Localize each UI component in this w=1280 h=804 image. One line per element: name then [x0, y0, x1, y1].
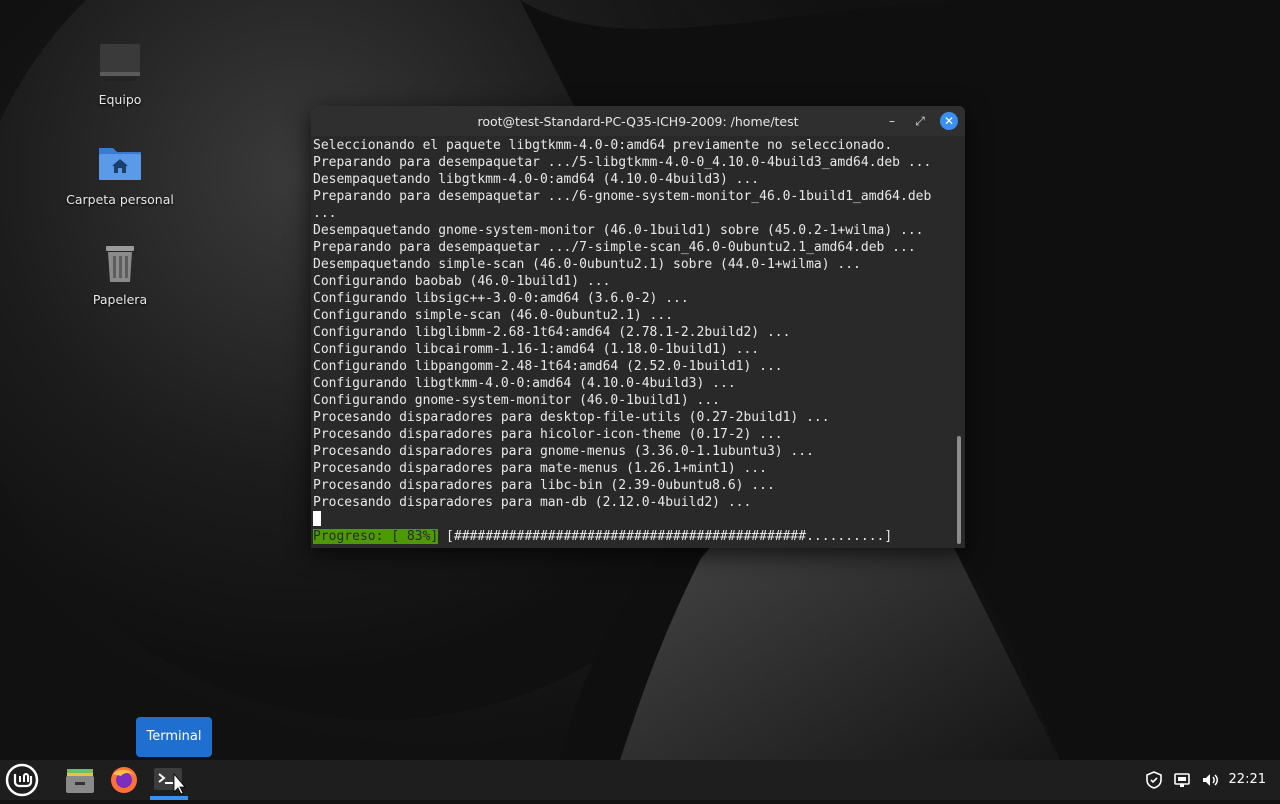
- network-icon[interactable]: [1172, 770, 1192, 790]
- desktop-icon-label: Papelera: [92, 292, 148, 307]
- terminal-line: Configurando baobab (46.0-1build1) ...: [313, 274, 611, 289]
- terminal-lines: Seleccionando el paquete libgtkmm-4.0-0:…: [313, 137, 931, 545]
- terminal-output[interactable]: Seleccionando el paquete libgtkmm-4.0-0:…: [311, 136, 965, 548]
- cursor-line: [313, 511, 931, 528]
- menu-icon: [5, 763, 39, 797]
- text-cursor: [313, 511, 321, 526]
- file-manager-icon: [66, 769, 94, 793]
- terminal-line: Procesando disparadores para libc-bin (2…: [313, 478, 775, 493]
- terminal-line: Configurando libglibmm-2.68-1t64:amd64 (…: [313, 325, 791, 340]
- terminal-line: Configurando libpangomm-2.48-1t64:amd64 …: [313, 359, 783, 374]
- terminal-tooltip: Terminal: [136, 717, 212, 757]
- terminal-window[interactable]: root@test-Standard-PC-Q35-ICH9-2009: /ho…: [311, 106, 965, 548]
- terminal-line: Desempaquetando gnome-system-monitor (46…: [313, 223, 924, 238]
- active-window-indicator: [150, 796, 188, 800]
- terminal-line: Configurando gnome-system-monitor (46.0-…: [313, 393, 720, 408]
- terminal-line: Configurando libsigc++-3.0-0:amd64 (3.6.…: [313, 291, 689, 306]
- terminal-line: Configurando libcairomm-1.16-1:amd64 (1.…: [313, 342, 760, 357]
- menu-button[interactable]: [2, 760, 42, 800]
- progress-line: Progreso: [ 83%] [######################…: [313, 528, 931, 545]
- file-manager-button[interactable]: [60, 760, 100, 800]
- desktop-icon-home[interactable]: Carpeta personal: [50, 140, 190, 207]
- window-title: root@test-Standard-PC-Q35-ICH9-2009: /ho…: [477, 114, 799, 129]
- terminal-line: Configurando simple-scan (46.0-0ubuntu2.…: [313, 308, 674, 323]
- close-button[interactable]: ✕: [940, 112, 958, 130]
- scrollbar-thumb[interactable]: [957, 436, 961, 544]
- maximize-button[interactable]: ⤢: [911, 112, 929, 130]
- shield-icon[interactable]: [1144, 770, 1164, 790]
- terminal-line: Procesando disparadores para man-db (2.1…: [313, 495, 752, 510]
- terminal-line: Preparando para desempaquetar .../5-libg…: [313, 155, 932, 170]
- progress-label: Progreso: [ 83%]: [313, 529, 439, 544]
- terminal-line: Preparando para desempaquetar .../6-gnom…: [313, 189, 932, 204]
- terminal-line: Procesando disparadores para gnome-menus…: [313, 444, 814, 459]
- desktop-icon-trash[interactable]: Papelera: [50, 240, 190, 307]
- progress-bar-text: [#######################################…: [438, 529, 893, 544]
- volume-icon[interactable]: [1200, 770, 1220, 790]
- computer-icon: [96, 40, 144, 88]
- desktop-icon-label: Carpeta personal: [66, 192, 174, 207]
- terminal-line: Procesando disparadores para mate-menus …: [313, 461, 767, 476]
- window-titlebar[interactable]: root@test-Standard-PC-Q35-ICH9-2009: /ho…: [311, 106, 965, 136]
- terminal-line: Procesando disparadores para hicolor-ico…: [313, 427, 783, 442]
- terminal-line: Procesando disparadores para desktop-fil…: [313, 410, 830, 425]
- trash-icon: [96, 240, 144, 288]
- desktop-icon-equipo[interactable]: Equipo: [50, 40, 190, 107]
- terminal-line: Desempaquetando simple-scan (46.0-0ubunt…: [313, 257, 861, 272]
- desktop-icon-label: Equipo: [98, 92, 142, 107]
- terminal-taskbar-button[interactable]: [150, 760, 190, 800]
- terminal-line: Configurando libgtkmm-4.0-0:amd64 (4.10.…: [313, 376, 736, 391]
- terminal-line: ...: [313, 206, 337, 221]
- taskbar-panel: 22:21: [0, 760, 1280, 800]
- firefox-icon: [111, 767, 137, 793]
- terminal-line: Preparando para desempaquetar .../7-simp…: [313, 240, 916, 255]
- clock[interactable]: 22:21: [1229, 772, 1266, 787]
- terminal-line: Desempaquetando libgtkmm-4.0-0:amd64 (4.…: [313, 172, 760, 187]
- terminal-icon: [154, 768, 186, 795]
- firefox-button[interactable]: [104, 760, 144, 800]
- home-folder-icon: [96, 140, 144, 188]
- terminal-line: Seleccionando el paquete libgtkmm-4.0-0:…: [313, 138, 893, 153]
- minimize-button[interactable]: –: [883, 112, 901, 130]
